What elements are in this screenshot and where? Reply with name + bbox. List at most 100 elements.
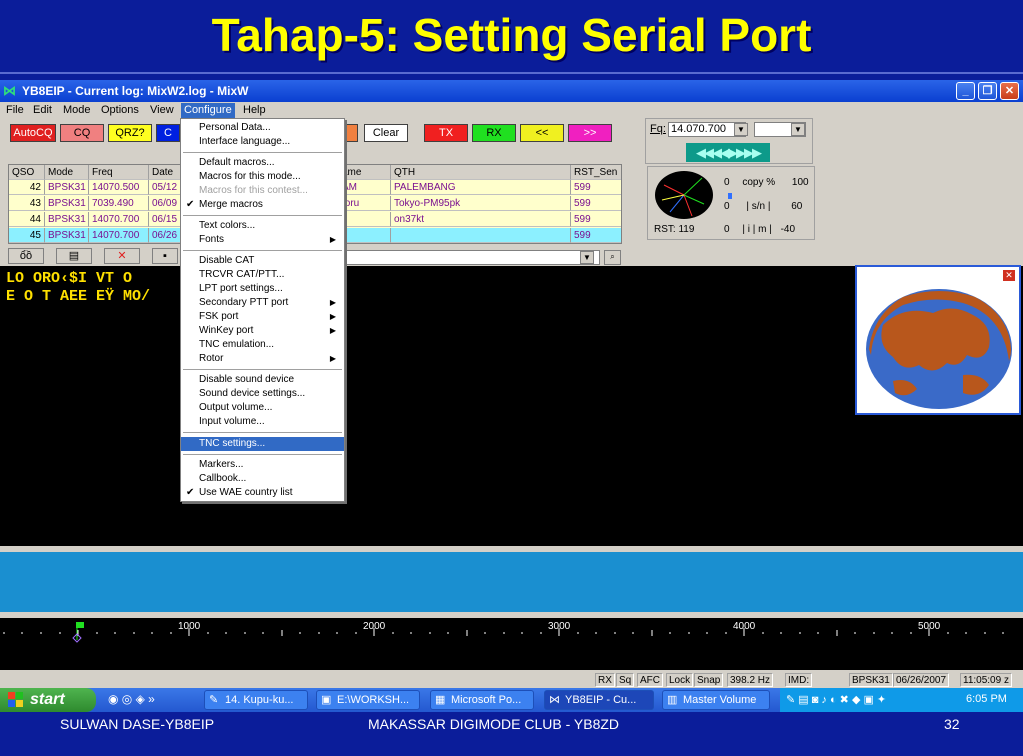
chevron-down-icon[interactable]: ▼ bbox=[734, 123, 748, 136]
status-snap[interactable]: Snap bbox=[694, 673, 724, 687]
cell-date: 06/09 bbox=[149, 196, 181, 211]
menu-item-rotor[interactable]: Rotor ▶ bbox=[181, 352, 344, 366]
taskbar-item-label: E:\WORKSH... bbox=[337, 694, 410, 706]
col-date[interactable]: Date bbox=[149, 165, 181, 180]
taskbar-item-powerpoint[interactable]: ▦ Microsoft Po... bbox=[430, 690, 534, 710]
menu-item-disable-cat[interactable]: Disable CAT bbox=[181, 254, 344, 268]
menu-options[interactable]: Options bbox=[98, 104, 142, 116]
col-freq[interactable]: Freq bbox=[89, 165, 149, 180]
status-mode[interactable]: BPSK31 bbox=[849, 673, 893, 687]
delete-icon[interactable]: ✕ bbox=[104, 248, 140, 264]
ruler-label-1000: 1000 bbox=[178, 621, 201, 632]
col-name[interactable]: ame bbox=[339, 165, 391, 180]
tx-button[interactable]: TX bbox=[424, 124, 468, 142]
window-title: YB8EIP - Current log: MixW2.log - MixW bbox=[22, 84, 249, 98]
menu-item-wae-country[interactable]: ✔ Use WAE country list bbox=[181, 486, 344, 500]
hidden-orange-button[interactable] bbox=[344, 124, 358, 142]
tuning-buttons[interactable]: ◀◀◀◀▶▶▶▶ bbox=[686, 143, 770, 162]
tray-icons[interactable]: ✎ ▤ ◙ ♪ ◐ ✖ ◆ ▣ ✦ bbox=[786, 693, 886, 706]
mixw-window: ⋈ YB8EIP - Current log: MixW2.log - MixW… bbox=[0, 80, 1023, 688]
menu-view[interactable]: View bbox=[147, 104, 177, 116]
cell-mode: BPSK31 bbox=[45, 212, 89, 227]
world-map-window[interactable]: ✕ bbox=[855, 265, 1021, 415]
menu-item-interface-language[interactable]: Interface language... bbox=[181, 135, 344, 149]
menu-item-merge-macros[interactable]: ✔ Merge macros bbox=[181, 198, 344, 212]
meter-panel: RST: 119 0 copy % 100 0 | s/n | 60 0 | i… bbox=[647, 166, 815, 240]
menu-item-sound-settings[interactable]: Sound device settings... bbox=[181, 387, 344, 401]
menu-item-input-volume[interactable]: Input volume... bbox=[181, 415, 344, 429]
restore-button[interactable]: ❐ bbox=[978, 82, 997, 100]
status-rx[interactable]: RX bbox=[595, 673, 615, 687]
edit-record-icon[interactable]: ▤ bbox=[56, 248, 92, 264]
forward-button[interactable]: >> bbox=[568, 124, 612, 142]
menu-item-personal-data[interactable]: Personal Data... bbox=[181, 121, 344, 135]
glasses-icon[interactable]: ổồ bbox=[8, 248, 44, 264]
frequency-panel: Fq: 14.070.700 ▼ ▼ ◀◀◀◀▶▶▶▶ bbox=[645, 118, 813, 164]
menu-item-tnc-emulation[interactable]: TNC emulation... bbox=[181, 338, 344, 352]
menu-item-macros-mode[interactable]: Macros for this mode... bbox=[181, 170, 344, 184]
chevron-down-icon[interactable]: ▼ bbox=[580, 251, 594, 264]
start-label: start bbox=[30, 691, 65, 708]
menu-item-fonts[interactable]: Fonts ▶ bbox=[181, 233, 344, 247]
status-lock[interactable]: Lock bbox=[666, 673, 694, 687]
taskbar-item-kupu[interactable]: ✎ 14. Kupu-ku... bbox=[204, 690, 308, 710]
close-button[interactable]: ✕ bbox=[1000, 82, 1019, 100]
search-icon[interactable]: ⌕ bbox=[604, 250, 621, 265]
status-afc[interactable]: AFC bbox=[637, 673, 663, 687]
minimize-button[interactable]: _ bbox=[956, 82, 975, 100]
transmit-text-area[interactable] bbox=[0, 552, 1023, 612]
menu-item-fsk-port[interactable]: FSK port ▶ bbox=[181, 310, 344, 324]
qrz-button[interactable]: QRZ? bbox=[108, 124, 152, 142]
menu-edit[interactable]: Edit bbox=[30, 104, 55, 116]
clock[interactable]: 6:05 PM bbox=[966, 693, 1007, 705]
menu-item-callbook[interactable]: Callbook... bbox=[181, 472, 344, 486]
status-bar: RX Sq AFC Lock Snap 398.2 Hz IMD: BPSK31… bbox=[0, 672, 1023, 688]
frequency-ruler[interactable]: 1000 2000 3000 4000 5000 bbox=[0, 618, 1023, 670]
cq-button[interactable]: CQ bbox=[60, 124, 104, 142]
menu-item-trcvr-cat-ptt[interactable]: TRCVR CAT/PTT... bbox=[181, 268, 344, 282]
col-rst[interactable]: RST_Sen bbox=[571, 165, 621, 180]
cell-qth: PALEMBANG bbox=[391, 180, 571, 195]
c-button[interactable]: C bbox=[156, 124, 180, 142]
save-icon[interactable]: ▪ bbox=[152, 248, 178, 264]
menu-item-text-colors[interactable]: Text colors... bbox=[181, 219, 344, 233]
cell-qth: on37kt bbox=[391, 212, 571, 227]
start-button[interactable]: start bbox=[0, 688, 96, 712]
system-tray: ✎ ▤ ◙ ♪ ◐ ✖ ◆ ▣ ✦ 6:05 PM bbox=[780, 688, 1023, 712]
status-imd: IMD: bbox=[785, 673, 813, 687]
cell-qso: 44 bbox=[9, 212, 45, 227]
rx-line-1: LO ORO‹$I VT O bbox=[6, 270, 133, 287]
menu-item-winkey-port[interactable]: WinKey port ▶ bbox=[181, 324, 344, 338]
menu-item-default-macros[interactable]: Default macros... bbox=[181, 156, 344, 170]
page-number: 32 bbox=[944, 716, 960, 732]
status-sq[interactable]: Sq bbox=[616, 673, 635, 687]
col-qth[interactable]: QTH bbox=[391, 165, 571, 180]
log-filter-combo[interactable] bbox=[344, 250, 600, 265]
submenu-arrow-icon: ▶ bbox=[329, 312, 336, 321]
clear-button[interactable]: Clear bbox=[364, 124, 408, 142]
taskbar-item-mixw[interactable]: ⋈ YB8EIP - Cu... bbox=[544, 690, 654, 710]
menu-item-secondary-ptt[interactable]: Secondary PTT port ▶ bbox=[181, 296, 344, 310]
rx-button[interactable]: RX bbox=[472, 124, 516, 142]
taskbar-item-volume[interactable]: ▥ Master Volume bbox=[662, 690, 770, 710]
menu-item-markers[interactable]: Markers... bbox=[181, 458, 344, 472]
sn-bar bbox=[728, 193, 732, 199]
back-button[interactable]: << bbox=[520, 124, 564, 142]
menu-file[interactable]: File bbox=[3, 104, 27, 116]
menu-configure[interactable]: Configure bbox=[181, 103, 235, 119]
col-mode[interactable]: Mode bbox=[45, 165, 89, 180]
taskbar-item-explorer[interactable]: ▣ E:\WORKSH... bbox=[316, 690, 420, 710]
col-qso[interactable]: QSO bbox=[9, 165, 45, 180]
window-titlebar[interactable]: ⋈ YB8EIP - Current log: MixW2.log - MixW… bbox=[0, 80, 1023, 102]
chevron-down-icon[interactable]: ▼ bbox=[791, 123, 805, 136]
close-icon[interactable]: ✕ bbox=[1003, 270, 1015, 281]
menu-item-tnc-settings[interactable]: TNC settings... bbox=[181, 437, 344, 451]
menu-item-disable-sound[interactable]: Disable sound device bbox=[181, 373, 344, 387]
menu-item-output-volume[interactable]: Output volume... bbox=[181, 401, 344, 415]
menu-help[interactable]: Help bbox=[240, 104, 269, 116]
quicklaunch-icons[interactable]: ◉ ◎ ◈ » bbox=[108, 692, 155, 706]
menu-mode[interactable]: Mode bbox=[60, 104, 94, 116]
cell-freq: 14070.700 bbox=[89, 228, 149, 243]
menu-item-lpt-port[interactable]: LPT port settings... bbox=[181, 282, 344, 296]
autocq-button[interactable]: AutoCQ bbox=[10, 124, 56, 142]
